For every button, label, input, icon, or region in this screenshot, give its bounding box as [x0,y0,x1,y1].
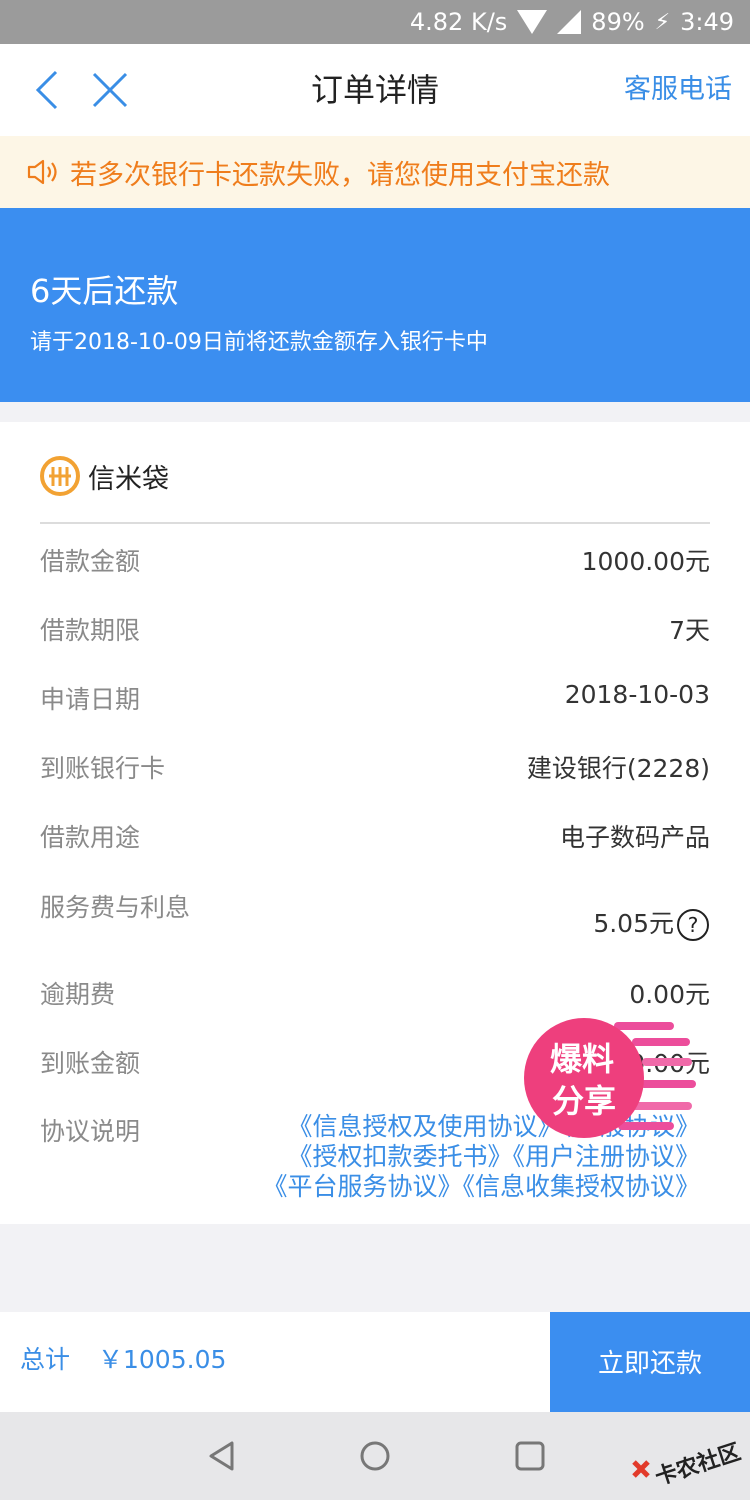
wifi-icon [517,10,548,34]
due-banner: 6天后还款 请于2018-10-09日前将还款金额存入银行卡中 [0,208,750,402]
row-value: 0.00元 [629,980,710,1009]
question-icon[interactable]: ? [676,908,710,942]
row-label: 协议说明 [40,1117,141,1146]
lender-logo-icon [40,456,80,496]
svg-text:?: ? [688,913,699,937]
battery-percent: 89% [591,8,645,36]
network-speed: 4.82 K/s [409,8,508,36]
agreement-link[interactable]: 《授权扣款委托书》 [287,1142,512,1171]
row-value: 5.05元 [593,909,674,938]
total-amount: ￥1005.05 [98,1345,227,1374]
detail-row-apply-date: 申请日期 2018-10-03 [40,680,710,720]
speaker-icon [27,159,57,185]
row-value: 2018-10-03 [564,680,710,709]
row-value-wrap: 5.05元 ? [593,904,710,942]
detail-row-overdue-fee: 逾期费 0.00元 [40,975,710,1015]
agreement-link[interactable]: 《平台服务协议》 [262,1172,462,1201]
row-label: 到账金额 [40,1049,141,1078]
total-label: 总计 [20,1345,71,1374]
row-value: 建设银行(2228) [526,754,710,783]
detail-row-loan-amount: 借款金额 1000.00元 [40,542,710,582]
lender-name: 信米袋 [88,463,169,495]
status-bar: 4.82 K/s 89% ⚡ 3:49 [0,0,750,44]
nav-recent-apps-icon[interactable] [512,1438,548,1474]
notice-bar: 若多次银行卡还款失败，请您使用支付宝还款 [0,136,750,208]
kanong-logo-text: 卡农社区 [652,1439,744,1490]
row-label: 逾期费 [40,980,116,1009]
row-value: 1000.00元 [581,547,710,576]
share-sticker: 爆料 分享 [524,1018,696,1138]
signal-icon [557,10,582,34]
row-label: 到账银行卡 [40,754,166,783]
divider [40,522,710,524]
service-phone-link[interactable]: 客服电话 [624,44,732,136]
detail-row-bank-card: 到账银行卡 建设银行(2228) [40,749,710,789]
charging-icon: ⚡ [654,9,671,35]
lender-brand: 信米袋 [40,456,169,496]
row-label: 借款金额 [40,547,141,576]
agreement-link[interactable]: 《信息收集授权协议》 [462,1172,700,1201]
clock: 3:49 [680,8,734,36]
sticker-line1: 爆料 [550,1040,614,1078]
row-label: 借款期限 [40,616,141,645]
detail-row-service-fee: 服务费与利息 5.05元 ? [40,888,710,958]
header-bar: 订单详情 客服电话 [0,44,750,136]
row-label: 申请日期 [40,685,141,714]
nav-home-icon[interactable] [357,1438,393,1474]
row-value: 电子数码产品 [559,823,710,852]
due-subtitle: 请于2018-10-09日前将还款金额存入银行卡中 [30,330,488,355]
system-nav-bar: 卡农社区 [0,1412,750,1500]
row-label: 借款用途 [40,823,141,852]
notice-text: 若多次银行卡还款失败，请您使用支付宝还款 [70,159,610,191]
kanong-logo: 卡农社区 [632,1439,744,1490]
agreement-link[interactable]: 《用户注册协议》 [512,1142,700,1171]
nav-back-icon[interactable] [204,1438,240,1474]
detail-row-loan-term: 借款期限 7天 [40,611,710,651]
detail-row-loan-purpose: 借款用途 电子数码产品 [40,818,710,858]
row-value: 7天 [669,616,710,645]
repay-now-button[interactable]: 立即还款 [550,1312,750,1412]
sticker-line2: 分享 [552,1082,616,1120]
footer-bar: 总计 ￥1005.05 立即还款 [0,1312,750,1412]
due-title: 6天后还款 [30,272,179,310]
row-label: 服务费与利息 [40,893,191,922]
